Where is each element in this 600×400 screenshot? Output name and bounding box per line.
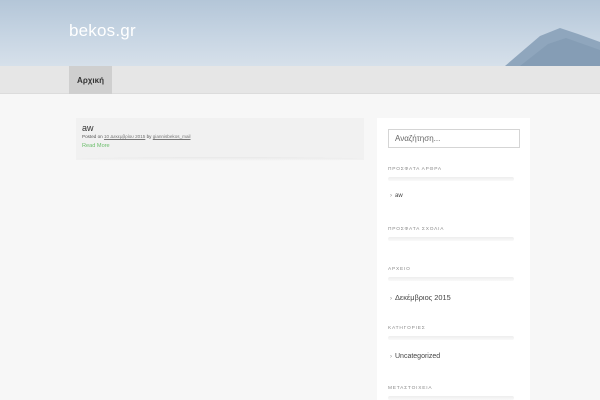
widget-title-archives: ΑΡΧΕΙΟ (388, 267, 411, 272)
search-input[interactable] (388, 129, 520, 148)
site-title[interactable]: bekos.gr (69, 21, 136, 41)
widget-title-meta: ΜΕΤΑΣΤΟΙΧΕΙΑ (388, 386, 433, 391)
widget-divider (388, 396, 514, 400)
chevron-right-icon: › (390, 193, 392, 199)
post-card-shadow (76, 157, 364, 161)
site-header: bekos.gr (0, 0, 600, 66)
widget-title-recent-posts: ΠΡΟΣΦΑΤΑ ΑΡΘΡΑ (388, 167, 442, 172)
widget-title-categories: ΚΑΤΗΓΟΡΙΕΣ (388, 326, 426, 331)
post-date-link[interactable]: 10 Δεκεμβρίου 2015 (104, 134, 145, 139)
widget-divider (388, 277, 514, 281)
post-author-link[interactable]: giannisbekos_mail (153, 134, 191, 139)
post-card (76, 118, 364, 160)
widget-title-recent-comments: ΠΡΟΣΦΑΤΑ ΣΧΟΛΙΑ (388, 227, 445, 232)
post-meta: Posted on 10 Δεκεμβρίου 2015 by giannisb… (82, 134, 191, 139)
recent-post-link[interactable]: › aw (390, 193, 403, 199)
post-meta-by: by (146, 134, 152, 139)
main-navigation: Αρχική (0, 66, 600, 94)
post-meta-prefix: Posted on (82, 134, 103, 139)
post-title[interactable]: aw (82, 123, 94, 133)
chevron-right-icon: › (390, 354, 392, 360)
nav-item-home[interactable]: Αρχική (69, 66, 112, 94)
category-link[interactable]: › Uncategorized (390, 353, 440, 360)
archive-link[interactable]: › Δεκέμβριος 2015 (390, 293, 451, 302)
widget-divider (388, 336, 514, 340)
chevron-right-icon: › (390, 296, 392, 302)
recent-post-label: aw (395, 193, 403, 199)
read-more-link[interactable]: Read More (82, 143, 110, 149)
archive-label: Δεκέμβριος 2015 (395, 293, 451, 302)
category-label: Uncategorized (395, 353, 441, 360)
widget-divider (388, 177, 514, 181)
widget-divider (388, 237, 514, 241)
